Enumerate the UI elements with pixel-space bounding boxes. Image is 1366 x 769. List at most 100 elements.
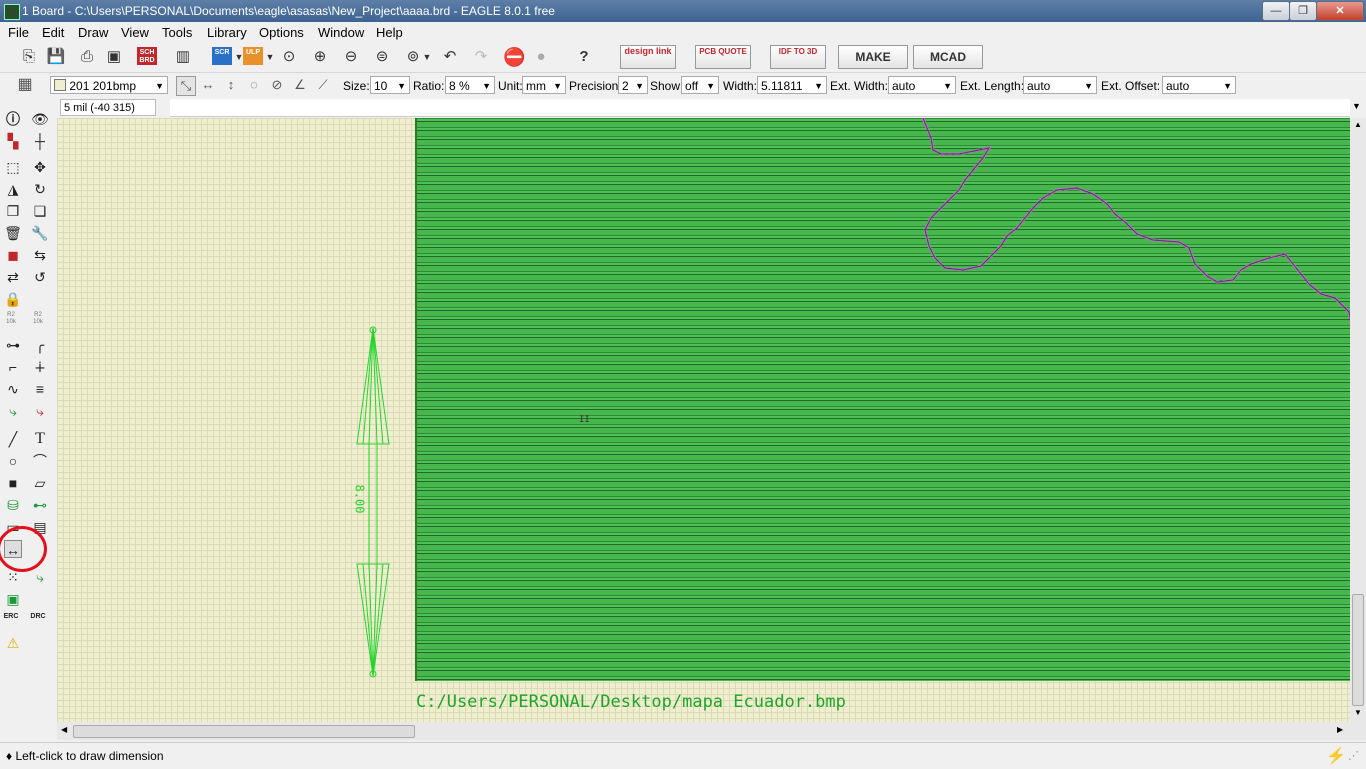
via-icon[interactable]: ⛁	[4, 496, 22, 514]
value-tool[interactable]: R2 10k	[29, 312, 47, 330]
vertical-scrollbar[interactable]: ▲ ▼	[1350, 118, 1366, 722]
go-icon[interactable]: ●	[530, 47, 552, 67]
redo-icon[interactable]: ↷	[470, 47, 492, 67]
save-icon[interactable]: 💾	[45, 47, 67, 67]
ratio-select[interactable]: 8 % ▼	[445, 76, 495, 94]
name-tool[interactable]: R2 10k	[2, 312, 20, 330]
mark-icon[interactable]: ┼	[31, 132, 49, 150]
sch-brd-switch-button[interactable]: SCH BRD	[137, 47, 157, 65]
print-icon[interactable]: ⎙	[76, 47, 98, 67]
menu-options[interactable]: Options	[259, 25, 304, 40]
menu-file[interactable]: File	[8, 25, 29, 40]
make-button[interactable]: MAKE	[838, 45, 908, 69]
copy-icon[interactable]: ❐	[4, 202, 22, 220]
menu-help[interactable]: Help	[376, 25, 403, 40]
circle-icon[interactable]: ○	[4, 452, 22, 470]
dimension-leader-icon[interactable]: ⟋	[314, 76, 332, 94]
ripup-icon[interactable]: ⤷	[31, 402, 49, 420]
vertical-scroll-thumb[interactable]	[1352, 594, 1364, 706]
dimension-diameter-icon[interactable]: ⊘	[268, 76, 286, 94]
dimension-radius-icon[interactable]: ◌	[245, 76, 263, 94]
maximize-button[interactable]: ❐	[1289, 1, 1317, 21]
miter-icon[interactable]: ╭	[31, 336, 49, 354]
move-icon[interactable]: ✥	[31, 158, 49, 176]
swap-icon[interactable]: ⇄	[4, 268, 22, 286]
menu-window[interactable]: Window	[318, 25, 364, 40]
mirror-icon[interactable]: ◮	[4, 180, 22, 198]
grid-icon[interactable]: ▦	[16, 76, 34, 94]
dimension-vertical-icon[interactable]: ↕	[222, 76, 240, 94]
lock-icon[interactable]: 🔒	[4, 290, 22, 308]
rectangle-icon[interactable]: ■	[4, 474, 22, 492]
layer-select[interactable]: 201 201bmp ▼	[50, 76, 168, 94]
scroll-right-icon[interactable]: ▶	[1337, 725, 1343, 734]
rotate-icon[interactable]: ↻	[31, 180, 49, 198]
menu-view[interactable]: View	[121, 25, 149, 40]
unit-select[interactable]: mm ▼	[522, 76, 566, 94]
menu-edit[interactable]: Edit	[42, 25, 64, 40]
zoom-fit-icon[interactable]: ⊙	[278, 47, 300, 67]
split-icon[interactable]: ⊶	[4, 336, 22, 354]
erc-tool[interactable]: ERC	[2, 612, 20, 630]
precision-select[interactable]: 2 ▼	[618, 76, 648, 94]
autorouter-icon[interactable]: ⤷	[31, 568, 49, 586]
redraw-icon[interactable]: ⊜	[371, 47, 393, 67]
polygon-icon[interactable]: ▱	[31, 474, 49, 492]
dimension-horizontal-icon[interactable]: ↔	[199, 76, 217, 94]
route-icon[interactable]: ⤷	[4, 402, 22, 420]
scroll-down-icon[interactable]: ▼	[1354, 708, 1362, 717]
route-multiple-icon[interactable]: ≡	[31, 380, 49, 398]
menu-tools[interactable]: Tools	[162, 25, 192, 40]
drc-tool[interactable]: DRC	[29, 612, 47, 630]
paste-icon[interactable]: ❏	[31, 202, 49, 220]
zoom-in-icon[interactable]: ⊕	[309, 47, 331, 67]
optimize-icon[interactable]: ⌐	[4, 358, 22, 376]
cam-icon[interactable]: ▣	[103, 47, 125, 67]
stop-icon[interactable]: ⛔	[503, 47, 525, 67]
show-select[interactable]: off ▼	[681, 76, 719, 94]
mcad-button[interactable]: MCAD	[913, 45, 983, 69]
dimension-aligned-icon[interactable]: ⤡	[176, 76, 196, 96]
display-layers-icon[interactable]: ▚	[4, 132, 22, 150]
menu-draw[interactable]: Draw	[78, 25, 108, 40]
help-icon[interactable]: ?	[573, 47, 595, 67]
scroll-up-icon[interactable]: ▲	[1354, 120, 1362, 129]
arc-icon[interactable]: ⌒	[31, 452, 49, 470]
slice-icon[interactable]: ∔	[31, 358, 49, 376]
menu-library[interactable]: Library	[207, 25, 247, 40]
chevron-down-icon[interactable]: ▼	[416, 47, 438, 67]
scroll-left-icon[interactable]: ◀	[61, 725, 67, 734]
dimension-angle-icon[interactable]: ∠	[291, 76, 309, 94]
board-canvas[interactable]: II 8.00 C:/Users/PERSONAL/Desktop/mapa E…	[57, 118, 1350, 722]
undo-icon[interactable]: ↶	[439, 47, 461, 67]
idf-to-3d-button[interactable]: IDF TO 3D	[770, 45, 826, 69]
warning-icon[interactable]: ⚠	[4, 634, 22, 652]
minimize-button[interactable]: —	[1262, 1, 1290, 21]
width-select[interactable]: 5.11811 ▼	[757, 76, 827, 94]
ext-offset-select[interactable]: auto ▼	[1162, 76, 1236, 94]
design-link-button[interactable]: design link	[620, 45, 676, 69]
wrench-icon[interactable]: 🔧	[31, 224, 49, 242]
size-select[interactable]: 10 ▼	[370, 76, 410, 94]
text-tool[interactable]: T	[31, 430, 49, 448]
change-icon[interactable]: ↺	[31, 268, 49, 286]
meander-icon[interactable]: ∿	[4, 380, 22, 398]
pcb-quote-button[interactable]: PCB QUOTE	[695, 45, 751, 69]
zoom-out-icon[interactable]: ⊖	[340, 47, 362, 67]
open-icon[interactable]: ⎘	[18, 47, 40, 67]
line-icon[interactable]: ╱	[4, 430, 22, 448]
library-icon[interactable]: ▥	[172, 47, 194, 67]
group-icon[interactable]: ⬚	[4, 158, 22, 176]
chevron-down-icon[interactable]: ▼	[1352, 101, 1361, 111]
close-button[interactable]: ✕	[1316, 1, 1364, 21]
horizontal-scroll-thumb[interactable]	[73, 725, 415, 738]
info-icon[interactable]: ⓘ	[4, 110, 22, 128]
horizontal-scrollbar[interactable]: ◀ ▶	[57, 722, 1366, 740]
ext-width-select[interactable]: auto ▼	[888, 76, 956, 94]
signal-icon[interactable]: ⊷	[31, 496, 49, 514]
ext-length-select[interactable]: auto ▼	[1023, 76, 1097, 94]
replace-icon[interactable]: ⇆	[31, 246, 49, 264]
add-part-icon[interactable]: ◼	[4, 246, 22, 264]
delete-icon[interactable]: 🗑	[4, 224, 22, 242]
lightning-icon[interactable]: ⚡	[1326, 746, 1346, 766]
